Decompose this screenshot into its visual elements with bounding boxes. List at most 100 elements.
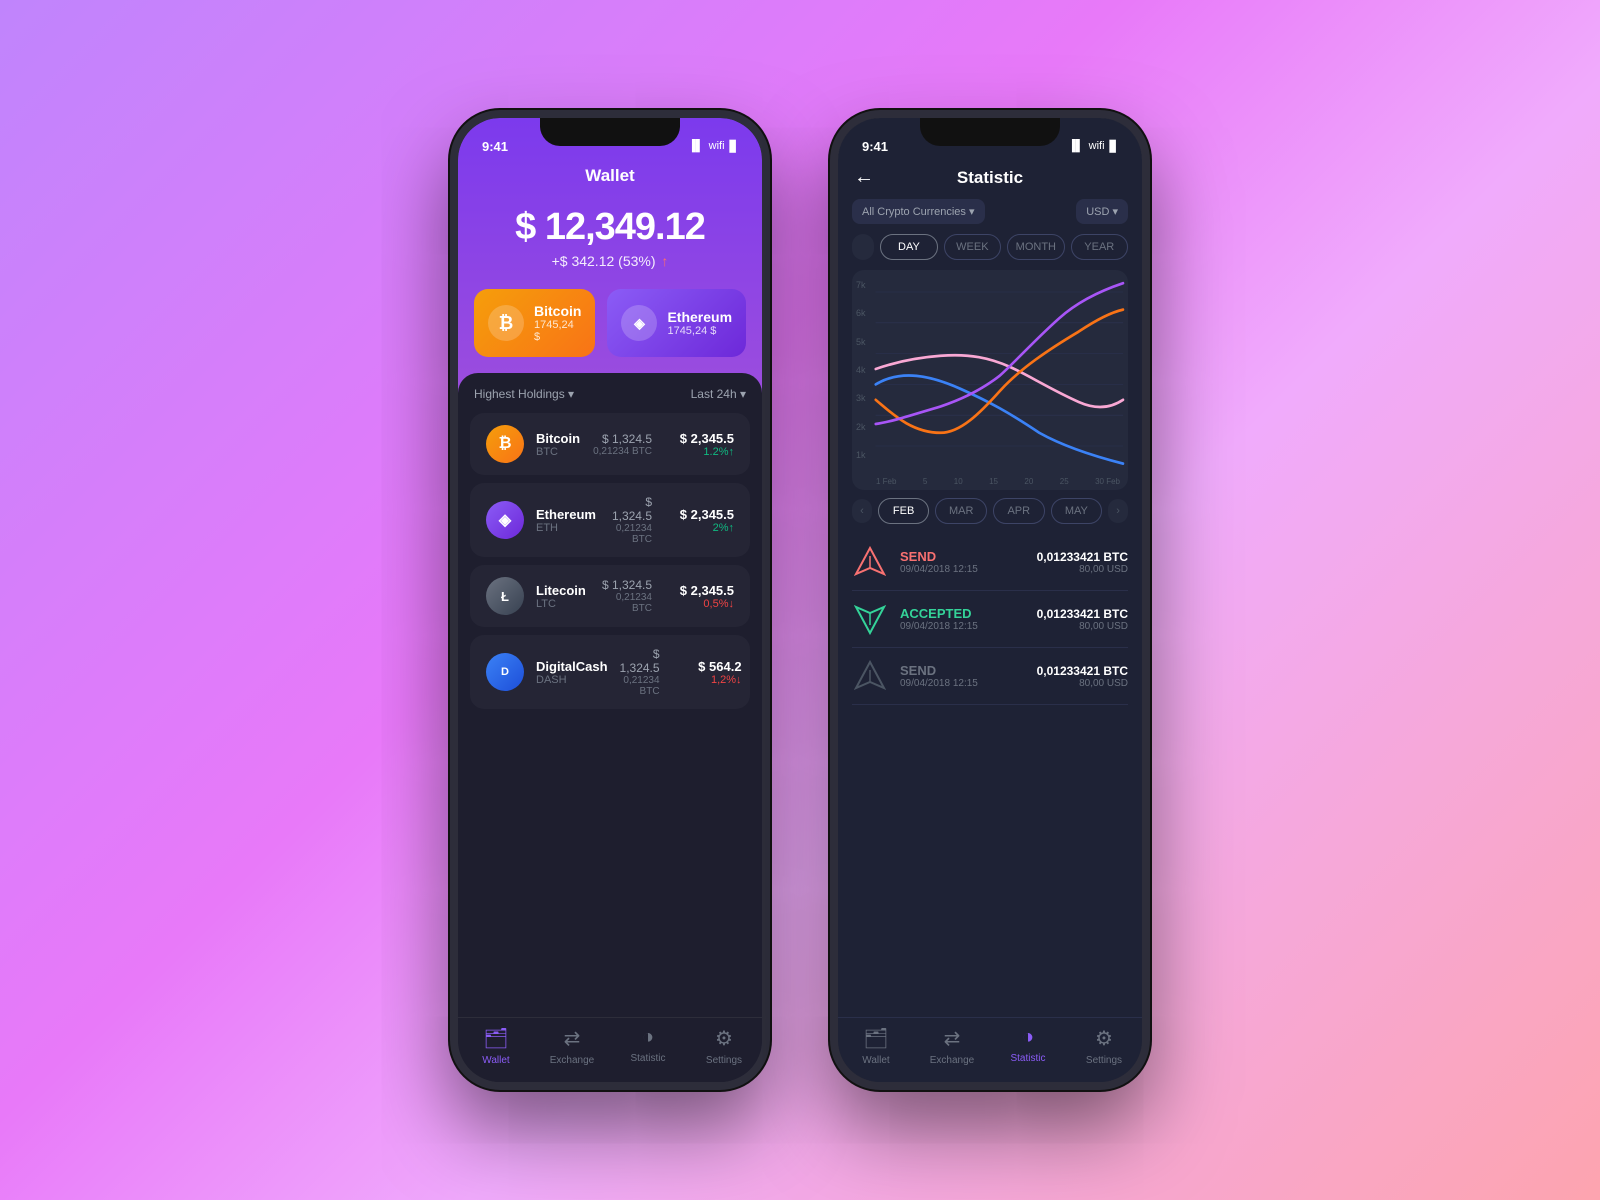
stat-title: Statistic — [957, 168, 1023, 188]
dash-icon: D — [486, 653, 524, 691]
nav-wallet[interactable]: 🗂 Wallet — [458, 1026, 534, 1066]
wallet-change: +$ 342.12 (53%) ↑ — [478, 253, 742, 269]
month-feb[interactable]: FEB — [878, 498, 930, 524]
tx-date-2: 09/04/2018 12:15 — [900, 621, 1025, 632]
stat-battery-icon: ▊ — [1110, 140, 1118, 153]
eth-value-usd: $ 2,345.5 — [664, 507, 734, 522]
period-tab-prev[interactable] — [852, 234, 874, 260]
y-3k: 3k — [856, 393, 866, 403]
month-tabs: ‹ FEB MAR APR MAY › — [852, 498, 1128, 524]
tx-item-3[interactable]: SEND 09/04/2018 12:15 0,01233421 BTC 80,… — [852, 648, 1128, 705]
nav-exchange[interactable]: ⇄ Exchange — [534, 1026, 610, 1066]
currency-filter[interactable]: All Crypto Currencies ▾ — [852, 199, 985, 224]
wallet-cards: ₿ Bitcoin 1745,24 $ ◈ Ethereum 1745,24 $ — [458, 289, 762, 373]
phone-notch — [540, 118, 680, 146]
tx-type-2: ACCEPTED — [900, 606, 1025, 621]
bitcoin-card-info: Bitcoin 1745,24 $ — [534, 303, 581, 343]
period-tab-year[interactable]: YEAR — [1071, 234, 1128, 260]
tx-send-icon-3 — [852, 658, 888, 694]
btc-price: $ 1,324.5 0,21234 BTC — [593, 432, 652, 457]
crypto-item-eth[interactable]: ◈ Ethereum ETH $ 1,324.5 0,21234 BTC $ 2… — [470, 483, 750, 557]
nav-statistic[interactable]: ◑ Statistic — [610, 1026, 686, 1066]
stat-nav-settings[interactable]: ⚙ Settings — [1066, 1026, 1142, 1066]
crypto-item-dash[interactable]: D DigitalCash DASH $ 1,324.5 0,21234 BTC… — [470, 635, 750, 709]
chart-x-labels: 1 Feb 5 10 15 20 25 30 Feb — [876, 477, 1120, 486]
ethereum-card[interactable]: ◈ Ethereum 1745,24 $ — [607, 289, 746, 357]
btc-name: Bitcoin — [536, 431, 581, 446]
x-1feb: 1 Feb — [876, 477, 896, 486]
stat-wifi-icon: wifi — [1089, 140, 1105, 152]
nav-settings[interactable]: ⚙ Settings — [686, 1026, 762, 1066]
eth-price: $ 1,324.5 0,21234 BTC — [608, 495, 652, 545]
list-header: Highest Holdings ▾ Last 24h ▾ — [458, 387, 762, 413]
back-button[interactable]: ← — [854, 166, 874, 189]
ethereum-card-icon: ◈ — [621, 305, 657, 341]
wallet-screen: 9:41 ▐▌ wifi ▊ Wallet $ 12,349.12 +$ 342… — [458, 118, 762, 1082]
x-15: 15 — [989, 477, 998, 486]
highest-holdings-filter[interactable]: Highest Holdings ▾ — [474, 387, 574, 401]
stat-nav-wallet[interactable]: 🗂 Wallet — [838, 1026, 914, 1066]
stat-bottom-nav: 🗂 Wallet ⇄ Exchange ◑ Statistic ⚙ Settin… — [838, 1017, 1142, 1082]
stat-settings-icon: ⚙ — [1095, 1026, 1113, 1051]
month-prev[interactable]: ‹ — [852, 499, 872, 523]
change-arrow: ↑ — [661, 253, 668, 269]
ltc-value-usd: $ 2,345.5 — [664, 583, 734, 598]
tx-date-1: 09/04/2018 12:15 — [900, 564, 1025, 575]
period-tab-day[interactable]: DAY — [880, 234, 937, 260]
eth-price-btc: 0,21234 BTC — [608, 523, 652, 545]
tx-usd-3: 80,00 USD — [1037, 678, 1128, 689]
month-may[interactable]: MAY — [1051, 498, 1103, 524]
stat-nav-statistic[interactable]: ◑ Statistic — [990, 1026, 1066, 1066]
bitcoin-card[interactable]: ₿ Bitcoin 1745,24 $ — [474, 289, 595, 357]
crypto-list: ₿ Bitcoin BTC $ 1,324.5 0,21234 BTC $ 2,… — [458, 413, 762, 1017]
dash-name: DigitalCash — [536, 659, 608, 674]
dash-price-usd: $ 1,324.5 — [620, 647, 660, 675]
y-7k: 7k — [856, 280, 866, 290]
settings-nav-icon: ⚙ — [715, 1026, 733, 1051]
tx-item-2[interactable]: ACCEPTED 09/04/2018 12:15 0,01233421 BTC… — [852, 591, 1128, 648]
stat-header: ← Statistic — [838, 162, 1142, 199]
month-next[interactable]: › — [1108, 499, 1128, 523]
wallet-time: 9:41 — [482, 139, 508, 154]
eth-value: $ 2,345.5 2%↑ — [664, 507, 734, 534]
last-24h-filter[interactable]: Last 24h ▾ — [691, 387, 746, 401]
wallet-title: Wallet — [478, 166, 742, 186]
bitcoin-card-name: Bitcoin — [534, 303, 581, 319]
x-25: 25 — [1060, 477, 1069, 486]
btc-value: $ 2,345.5 1.2%↑ — [664, 431, 734, 458]
statistic-nav-icon: ◑ — [642, 1026, 654, 1049]
stat-nav-exchange[interactable]: ⇄ Exchange — [914, 1026, 990, 1066]
ethereum-card-amount: 1745,24 $ — [667, 325, 732, 337]
crypto-item-btc[interactable]: ₿ Bitcoin BTC $ 1,324.5 0,21234 BTC $ 2,… — [470, 413, 750, 475]
month-apr[interactable]: APR — [993, 498, 1045, 524]
eth-ticker: ETH — [536, 522, 596, 534]
ltc-price-usd: $ 1,324.5 — [598, 578, 652, 592]
phone-wallet: 9:41 ▐▌ wifi ▊ Wallet $ 12,349.12 +$ 342… — [450, 110, 770, 1090]
stat-exchange-label: Exchange — [930, 1055, 974, 1066]
wallet-balance: $ 12,349.12 — [478, 206, 742, 249]
wallet-nav-icon: 🗂 — [483, 1026, 508, 1051]
ltc-change: 0,5%↓ — [664, 598, 734, 610]
stat-settings-label: Settings — [1086, 1055, 1122, 1066]
period-tab-month[interactable]: MONTH — [1007, 234, 1064, 260]
settings-nav-label: Settings — [706, 1055, 742, 1066]
crypto-item-ltc[interactable]: Ł Litecoin LTC $ 1,324.5 0,21234 BTC $ 2… — [470, 565, 750, 627]
stat-exchange-icon: ⇄ — [944, 1026, 961, 1051]
tx-item-1[interactable]: SEND 09/04/2018 12:15 0,01233421 BTC 80,… — [852, 534, 1128, 591]
stat-wallet-label: Wallet — [862, 1055, 889, 1066]
ltc-price: $ 1,324.5 0,21234 BTC — [598, 578, 652, 614]
stat-status-icons: ▐▌ wifi ▊ — [1068, 140, 1118, 153]
wallet-header: Wallet — [458, 162, 762, 196]
unit-filter[interactable]: USD ▾ — [1076, 199, 1128, 224]
stat-statistic-icon: ◑ — [1022, 1026, 1034, 1049]
ltc-name: Litecoin — [536, 583, 586, 598]
chart-area: 7k 6k 5k 4k 3k 2k 1k — [852, 270, 1128, 490]
stat-content: 9:41 ▐▌ wifi ▊ ← Statistic All Crypto Cu… — [838, 118, 1142, 1082]
tx-amount-1: 0,01233421 BTC 80,00 USD — [1037, 550, 1128, 575]
signal-icon: ▐▌ — [688, 140, 704, 152]
month-mar[interactable]: MAR — [935, 498, 987, 524]
ltc-info: Litecoin LTC — [536, 583, 586, 610]
period-tabs: DAY WEEK MONTH YEAR — [852, 234, 1128, 260]
period-tab-week[interactable]: WEEK — [944, 234, 1001, 260]
btc-value-usd: $ 2,345.5 — [664, 431, 734, 446]
